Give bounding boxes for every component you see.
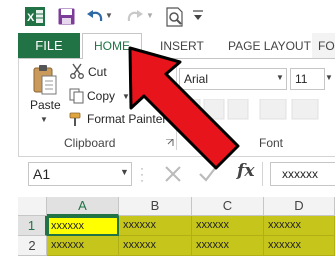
- paste-button[interactable]: Paste: [30, 98, 61, 112]
- insert-function-icon[interactable]: fx: [237, 161, 254, 181]
- redo-dropdown-icon[interactable]: ▼: [146, 11, 154, 20]
- scissors-icon: [70, 63, 84, 79]
- redo-icon[interactable]: [126, 9, 144, 25]
- cell-a1[interactable]: xxxxxx: [47, 216, 119, 236]
- tab-insert[interactable]: INSERT: [160, 33, 204, 59]
- borders-button[interactable]: [259, 99, 287, 120]
- cut-button[interactable]: Cut: [88, 65, 107, 79]
- tab-formulas[interactable]: FO: [318, 33, 335, 59]
- row-header-1[interactable]: 1: [18, 216, 47, 236]
- undo-icon[interactable]: [86, 9, 104, 25]
- font-size-select[interactable]: 11: [290, 68, 325, 90]
- chevron-down-icon[interactable]: ▼: [276, 73, 284, 82]
- format-painter-icon: [69, 112, 81, 126]
- column-header-d[interactable]: D: [264, 197, 335, 216]
- svg-text:X: X: [27, 12, 35, 24]
- formula-bar-divider: [262, 162, 263, 186]
- chevron-down-icon[interactable]: ▼: [325, 73, 333, 82]
- excel-icon: X: [25, 7, 45, 26]
- format-painter-button[interactable]: Format Painter: [87, 112, 166, 126]
- formula-bar-grip-icon[interactable]: · · ·: [140, 162, 144, 186]
- customize-qat-icon[interactable]: [192, 8, 204, 22]
- font-group-label: Font: [259, 136, 284, 150]
- cancel-icon[interactable]: [164, 165, 182, 183]
- column-header-c[interactable]: C: [192, 197, 264, 216]
- cell-a2[interactable]: xxxxxx: [47, 236, 119, 256]
- print-preview-icon[interactable]: [166, 7, 184, 27]
- column-header-b[interactable]: B: [119, 197, 192, 216]
- formula-input[interactable]: xxxxxx: [270, 162, 335, 186]
- font-name-select[interactable]: Arial: [179, 68, 287, 90]
- cell-c2[interactable]: xxxxxx: [192, 236, 264, 256]
- italic-button[interactable]: [203, 99, 225, 120]
- paste-icon[interactable]: [32, 64, 58, 96]
- cell-b1[interactable]: xxxxxx: [119, 216, 192, 236]
- tab-file[interactable]: FILE: [18, 33, 80, 59]
- underline-button[interactable]: [227, 99, 249, 120]
- save-icon[interactable]: [58, 8, 75, 25]
- cell-d2[interactable]: xxxxxx: [264, 236, 335, 256]
- enter-icon[interactable]: [198, 165, 218, 183]
- cell-b2[interactable]: xxxxxx: [119, 236, 192, 256]
- undo-dropdown-icon[interactable]: ▼: [105, 11, 113, 20]
- tab-page-layout[interactable]: PAGE LAYOUT: [228, 33, 311, 59]
- bold-button[interactable]: [180, 99, 201, 120]
- select-all-button[interactable]: [18, 197, 47, 216]
- copy-button[interactable]: Copy: [87, 89, 115, 103]
- font-format-buttons: [180, 99, 319, 120]
- row-header-2[interactable]: 2: [18, 236, 47, 256]
- tab-home[interactable]: HOME: [82, 33, 142, 59]
- copy-dropdown-icon[interactable]: ▼: [122, 92, 130, 101]
- cell-d1[interactable]: xxxxxx: [264, 216, 335, 236]
- copy-icon: [69, 88, 84, 104]
- name-box[interactable]: A1: [28, 162, 132, 186]
- dialog-launcher-icon[interactable]: [166, 139, 174, 147]
- cell-c1[interactable]: xxxxxx: [192, 216, 264, 236]
- paste-dropdown-icon[interactable]: ▼: [40, 115, 48, 124]
- fill-color-button[interactable]: [291, 99, 319, 120]
- clipboard-group-label: Clipboard: [64, 136, 116, 150]
- group-divider: [176, 62, 177, 150]
- chevron-down-icon[interactable]: ▼: [120, 167, 129, 177]
- column-header-a[interactable]: A: [47, 197, 119, 216]
